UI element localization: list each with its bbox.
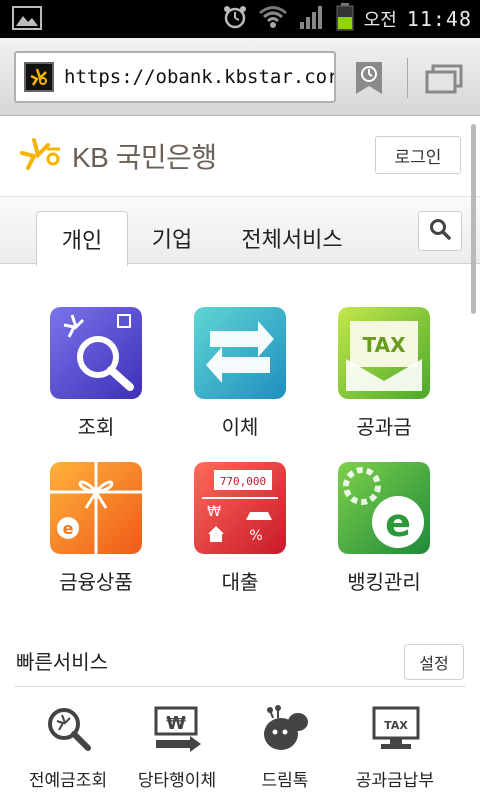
windows-button[interactable] — [424, 64, 464, 94]
tab-corporate[interactable]: 기업 — [142, 211, 202, 265]
site-favicon-icon — [24, 62, 54, 92]
search-icon — [429, 218, 451, 244]
logo-text: KB 국민은행 — [72, 142, 217, 173]
quick-item-label: 전예금조회 — [28, 771, 108, 791]
svg-text:TAX: TAX — [384, 719, 408, 732]
svg-text:%: % — [249, 528, 262, 544]
menu-transfer[interactable]: 이체 — [174, 307, 304, 457]
wifi-icon — [258, 4, 288, 34]
site-header: KB 국민은행 로그인 — [0, 116, 480, 196]
quick-item-bank-transfer[interactable]: ₩ 당타행이체 — [121, 704, 233, 800]
login-button[interactable]: 로그인 — [375, 136, 461, 174]
svg-text:TAX: TAX — [363, 333, 407, 357]
svg-text:e: e — [63, 519, 74, 538]
menu-label: 조회 — [77, 415, 115, 439]
menu-label: 공과금 — [356, 415, 412, 439]
gear-e-icon: e — [338, 462, 430, 554]
divider — [14, 686, 466, 687]
quick-item-dreamtalk[interactable]: 드림톡 — [229, 704, 341, 800]
menu-label: 뱅킹관리 — [347, 570, 421, 594]
account-search-icon — [44, 704, 94, 754]
quick-item-label: 당타행이체 — [137, 771, 217, 791]
svg-text:₩: ₩ — [166, 713, 186, 734]
battery-icon — [336, 3, 354, 35]
signal-icon — [298, 4, 326, 34]
loan-house-icon: 770,000 ₩ % — [194, 462, 286, 554]
kb-logo[interactable]: KB 국민은행 — [20, 136, 217, 176]
quick-services-setting-button[interactable]: 설정 — [404, 644, 464, 680]
svg-text:₩: ₩ — [207, 504, 221, 520]
menu-label: 이체 — [221, 415, 259, 439]
menu-inquiry[interactable]: 조회 — [30, 307, 160, 457]
menu-financial-products[interactable]: e 금융상품 — [30, 462, 160, 612]
alarm-icon — [222, 4, 248, 34]
search-button[interactable] — [418, 211, 462, 251]
won-transfer-icon: ₩ — [153, 704, 203, 754]
toolbar-divider — [407, 58, 408, 98]
menu-utility-bills[interactable]: TAX 공과금 — [318, 307, 448, 457]
clock-ampm: 오전 — [363, 10, 397, 31]
quick-item-utility-payment[interactable]: TAX 공과금납부 — [339, 704, 451, 800]
kb-star-logo-icon — [20, 137, 66, 175]
bookmark-button[interactable] — [352, 60, 386, 96]
gallery-notification-icon — [12, 6, 42, 34]
url-field[interactable]: https://obank.kbstar.cor — [14, 51, 336, 103]
tab-all-services[interactable]: 전체서비스 — [232, 211, 352, 265]
menu-banking-management[interactable]: e 뱅킹관리 — [318, 462, 448, 612]
browser-toolbar: https://obank.kbstar.cor — [0, 38, 480, 116]
tab-bar: 개인 기업 전체서비스 — [0, 196, 480, 266]
quick-item-label: 공과금납부 — [355, 771, 435, 791]
quick-item-label: 드림톡 — [261, 771, 309, 791]
tax-envelope-icon: TAX — [338, 307, 430, 399]
tab-personal[interactable]: 개인 — [36, 211, 128, 266]
transfer-arrows-icon — [194, 307, 286, 399]
magnifier-icon — [50, 307, 142, 399]
svg-text:e: e — [385, 501, 411, 545]
quick-services-title: 빠른서비스 — [16, 650, 108, 674]
status-bar: 오전 11:48 — [0, 0, 480, 38]
gift-ribbon-icon: e — [50, 462, 142, 554]
menu-loan[interactable]: 770,000 ₩ % 대출 — [174, 462, 304, 612]
quick-item-account-inquiry[interactable]: 전예금조회 — [12, 704, 124, 800]
loan-amount: 770,000 — [220, 475, 266, 488]
clock-time: 11:48 — [406, 7, 472, 31]
dreamtalk-character-icon — [261, 704, 311, 754]
page-scrollbar[interactable] — [471, 124, 476, 314]
menu-label: 대출 — [221, 570, 259, 594]
menu-label: 금융상품 — [59, 570, 133, 594]
tax-monitor-icon: TAX — [371, 704, 421, 754]
url-text: https://obank.kbstar.cor — [64, 66, 336, 88]
